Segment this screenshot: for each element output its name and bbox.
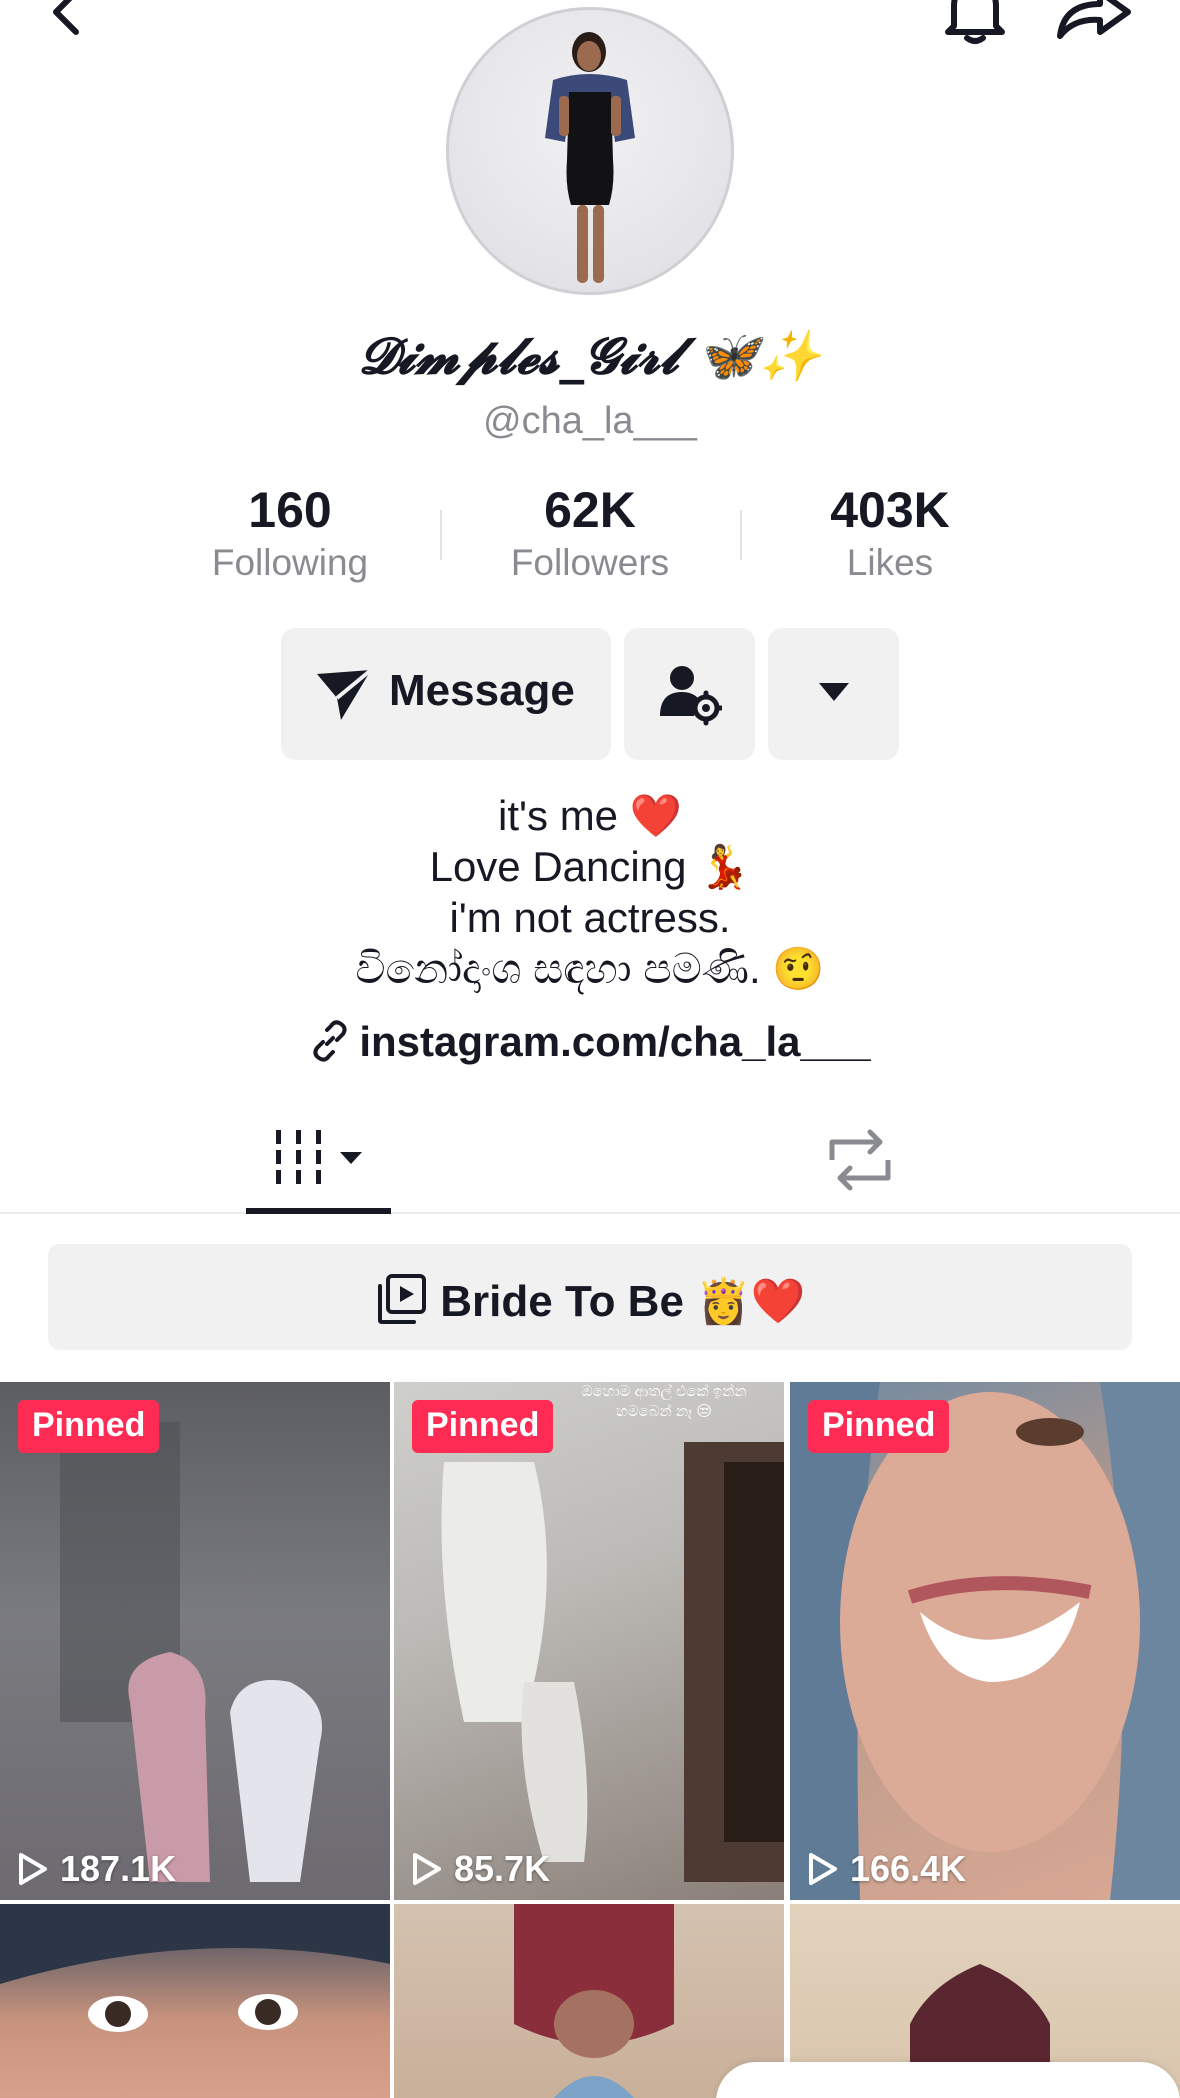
playlist-bride-to-be[interactable]: Bride To Be 👸❤️ (48, 1244, 1132, 1350)
view-count-value: 187.1K (60, 1848, 177, 1889)
stat-following[interactable]: 160 Following (160, 480, 420, 586)
person-gear-icon (660, 666, 722, 726)
view-count-value: 85.7K (454, 1848, 551, 1889)
avatar-photo (545, 32, 635, 283)
stat-followers[interactable]: 62K Followers (460, 480, 720, 586)
video-thumbnail[interactable]: ඔහොම ආතල් එකේ ඉන්න හමබෙන් නෑ 😒 Pinned 85… (394, 1382, 784, 1900)
play-icon (19, 1853, 47, 1885)
tab-videos[interactable] (246, 1110, 391, 1214)
message-button[interactable]: Message (281, 628, 611, 760)
thumbnail-image (0, 1904, 390, 2032)
profile-tabs (0, 1110, 1180, 1214)
thumbnail-image (441, 1442, 784, 1882)
bio-line: it's me ❤️ (498, 792, 682, 839)
profile-avatar[interactable] (446, 7, 734, 295)
share-arrow-icon (1057, 0, 1131, 39)
pinned-badge: Pinned (808, 1400, 950, 1453)
video-thumbnail[interactable]: Pinned 166.4K (790, 1382, 1180, 1900)
video-grid-icon (276, 1130, 362, 1184)
share-button[interactable] (1054, 0, 1134, 56)
tab-reposts[interactable] (820, 1120, 900, 1200)
profile-bio: it's me ❤️ Love Dancing 💃 i'm not actres… (0, 790, 1180, 994)
repost-icon (829, 1129, 891, 1191)
chevron-left-icon (53, 0, 79, 35)
back-button[interactable] (40, 0, 100, 46)
view-count-value: 166.4K (850, 1848, 967, 1889)
play-icon (809, 1853, 837, 1885)
stat-label: Likes (846, 542, 934, 583)
stat-label: Followers (510, 542, 670, 583)
caret-down-icon (819, 683, 849, 701)
friend-settings-button[interactable] (624, 628, 755, 760)
tab-underline (246, 1208, 391, 1214)
more-options-button[interactable] (768, 628, 899, 760)
stat-divider (440, 510, 442, 560)
video-grid: Pinned 187.1K ඔහොම ආතල් එකේ ඉන්න හමබෙන් … (0, 1382, 1180, 2098)
stat-value: 62K (544, 482, 636, 538)
bio-line: Love Dancing 💃 (429, 843, 751, 890)
bell-icon (945, 0, 1005, 44)
send-plane-icon (317, 668, 373, 720)
video-thumbnail[interactable] (394, 1904, 784, 2098)
pinned-badge: Pinned (412, 1400, 554, 1453)
stat-likes[interactable]: 403K Likes (760, 480, 1020, 586)
playlist-label: Bride To Be 👸❤️ (440, 1277, 806, 1326)
video-thumbnail[interactable] (0, 1904, 390, 2098)
message-label: Message (389, 666, 575, 715)
view-count: 85.7K (412, 1848, 550, 1890)
profile-stats: 160 Following 62K Followers 403K Likes (160, 480, 1020, 590)
stat-value: 160 (248, 482, 332, 538)
thumbnail-image (60, 1422, 322, 1882)
stat-divider (740, 510, 742, 560)
playlist-label-row: Bride To Be 👸❤️ (48, 1272, 1132, 1327)
thumbnail-image (790, 1382, 1180, 1900)
bio-link[interactable]: instagram.com/cha_la___ (0, 1018, 1180, 1066)
video-thumbnail[interactable]: Pinned 187.1K (0, 1382, 390, 1900)
view-count: 187.1K (18, 1848, 176, 1890)
bio-link-text: instagram.com/cha_la___ (359, 1018, 871, 1065)
stat-value: 403K (830, 482, 950, 538)
thumbnail-image (514, 1904, 674, 2098)
bottom-sheet-edge (716, 2062, 1180, 2098)
display-name: 𝓓𝓲𝓶𝓹𝓵𝓮𝓼_𝓖𝓲𝓻𝓵 🦋✨ (358, 326, 822, 385)
view-count: 166.4K (808, 1848, 966, 1890)
stat-label: Following (211, 542, 369, 583)
bio-line: විනෝදාංශ සඳහා පමණි. 🤨 (355, 945, 825, 992)
playlist-icon (378, 1274, 427, 1324)
pinned-badge: Pinned (18, 1400, 160, 1453)
play-icon (413, 1853, 441, 1885)
username: @cha_la___ (483, 400, 697, 442)
thumbnail-caption: ඔහොම ආතල් එකේ ඉන්න හමබෙන් නෑ 😒 (581, 1383, 747, 1420)
notification-bell-button[interactable] (940, 0, 1010, 56)
bio-line: i'm not actress. (449, 894, 731, 941)
link-icon (313, 1020, 347, 1062)
